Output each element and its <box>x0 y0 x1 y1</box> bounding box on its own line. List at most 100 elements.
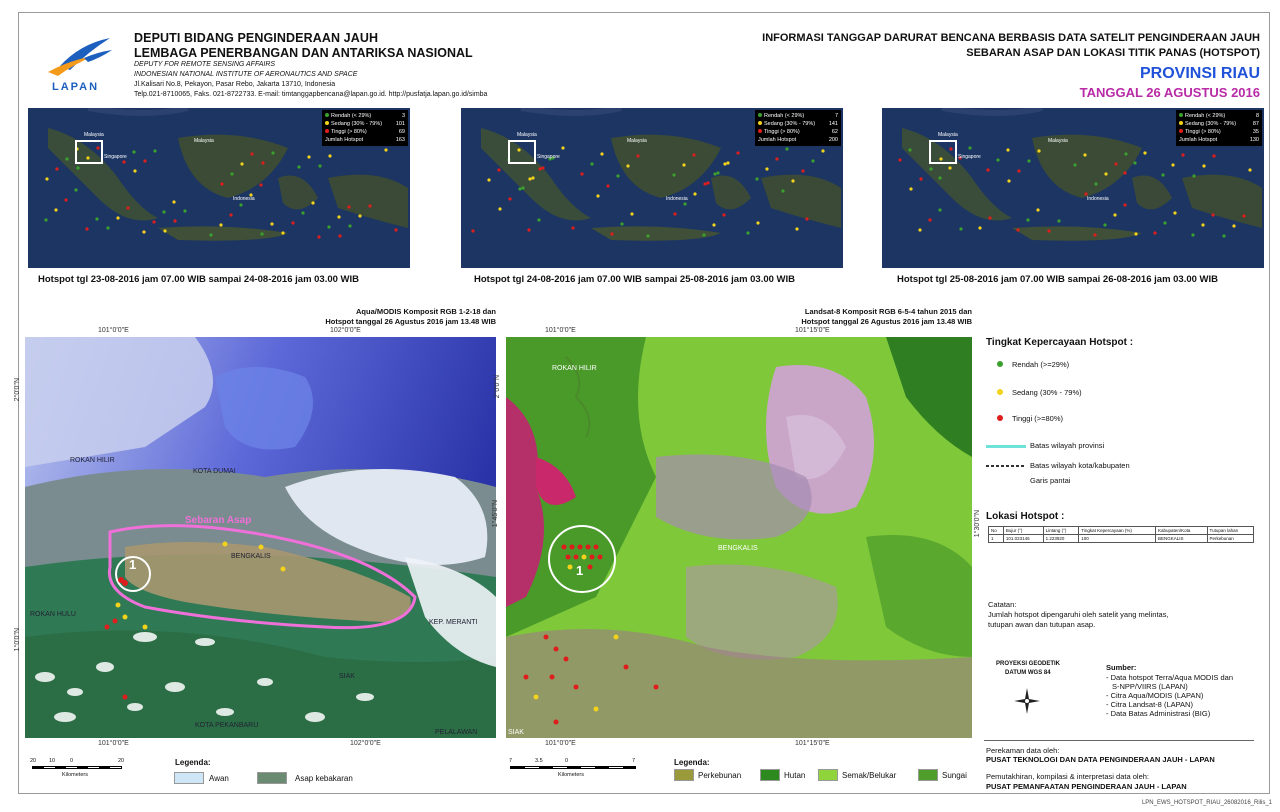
org-contact: Telp.021-8710065, Faks. 021-8722733. E-m… <box>134 91 488 98</box>
hotspot-dot <box>616 174 620 178</box>
label-rokan-hulu: ROKAN HULU <box>30 611 76 618</box>
hotspot-dot <box>1153 231 1157 235</box>
hotspot-dot <box>281 231 285 235</box>
district-boundary-swatch <box>986 465 1026 467</box>
source-item: - Citra Landsat-8 (LAPAN) <box>1106 700 1193 709</box>
hotspot-dot <box>219 223 223 227</box>
scale-bar <box>510 766 636 769</box>
table-header: Bujur (°) <box>1002 526 1044 535</box>
legend-row: Rendah (< 29%) 3 <box>325 112 405 120</box>
legend-label: Tinggi <box>1185 129 1200 135</box>
scale-tick: 0 <box>565 758 569 764</box>
hotspot-dot <box>736 151 740 155</box>
overview-map-caption-3: Hotspot tgl 25-08-2016 jam 07.00 WIB sam… <box>897 274 1219 285</box>
map-label-indonesia: Indonesia <box>233 196 255 202</box>
legend-count: 3 <box>401 113 405 119</box>
hotspot-dot <box>240 162 244 166</box>
legend-total-label: Jumlah Hotspot <box>1179 137 1218 143</box>
hotspot-dot <box>65 157 69 161</box>
recorded-by-title: Perekaman data oleh: <box>986 746 1060 755</box>
hotspot-dot <box>1093 233 1097 237</box>
legend-count: 7 <box>834 113 838 119</box>
hotspot-count-legend: Rendah (< 29%) 3 Sedang (30% - 79%) 101 Ting… <box>322 110 408 146</box>
org-line-3: DEPUTY FOR REMOTE SENSING AFFAIRS <box>134 61 276 68</box>
hotspot-dot <box>132 150 136 154</box>
map-label-singapore: Singapore <box>958 154 981 160</box>
hotspot-table: No Bujur (°) Lintang (°) Tingkat Keperca… <box>988 526 1255 543</box>
source-title: Sumber: <box>1106 663 1137 672</box>
table-header: Kabupaten/Kota <box>1155 526 1208 535</box>
hotspot-dot <box>54 208 58 212</box>
legend-count: 69 <box>398 129 405 135</box>
right-map-caption-1: Landsat-8 Komposit RGB 6-5-4 tahun 2015 … <box>804 307 972 316</box>
hotspot-dot <box>230 172 234 176</box>
right-map-coord-top-1: 101°0'0"E <box>545 327 576 334</box>
hotspot-dot <box>1026 218 1030 222</box>
hotspot-dot <box>152 220 156 224</box>
org-line-2: LEMBAGA PENERBANGAN DAN ANTARIKSA NASION… <box>134 46 473 60</box>
scale-tick: 0 <box>70 758 74 764</box>
table-cell: Perkebunan <box>1206 534 1255 543</box>
legend-total-row: Jumlah Hotspot 163 <box>325 136 405 144</box>
hotspot-dot <box>1133 161 1137 165</box>
hotspot-dot <box>172 200 176 204</box>
hotspot-count-legend: Rendah (< 29%) 8 Sedang (30% - 79%) 87 Tingg… <box>1176 110 1262 146</box>
hotspot-dot <box>133 169 137 173</box>
legend-count: 101 <box>395 121 405 127</box>
modis-map: ROKAN HILIR KOTA DUMAI BENGKALIS ROKAN H… <box>25 337 496 738</box>
hotspot-dot <box>706 181 710 185</box>
hotspot-dot <box>703 182 707 186</box>
hotspot-dot <box>517 148 521 152</box>
scale-tick: 3.5 <box>535 758 543 764</box>
legend-label: Sedang <box>764 121 783 127</box>
org-line-1: DEPUTI BIDANG PENGINDERAAN JAUH <box>134 31 379 45</box>
hotspot-dot <box>1103 223 1107 227</box>
hotspot-dot <box>259 183 263 187</box>
legend-label: Sedang <box>331 121 350 127</box>
hotspot-dot <box>291 221 295 225</box>
legend-count: 35 <box>1252 129 1259 135</box>
province-boundary-label: Batas wilayah provinsi <box>1030 441 1105 450</box>
forest-label: Hutan <box>784 771 806 780</box>
hotspot-dot <box>600 152 604 156</box>
legend-row: Sedang (30% - 79%) 141 <box>758 120 838 128</box>
hotspot-dot <box>358 214 362 218</box>
legend-label: Rendah <box>1185 113 1205 119</box>
hotspot-dot <box>785 147 789 151</box>
hotspot-dot <box>918 228 922 232</box>
right-map-coord-bottom-2: 101°15'0"E <box>795 740 830 747</box>
hotspot-dot <box>692 153 696 157</box>
map-label-indonesia: Indonesia <box>666 196 688 202</box>
confidence-low-dot <box>997 361 1003 367</box>
table-header: Lintang (°) <box>1042 526 1080 535</box>
right-map-coord-right-2: 1°30'0"N <box>974 510 981 538</box>
hotspot-dot <box>795 227 799 231</box>
hotspot-dot <box>76 166 80 170</box>
table-cell: 1.223920 <box>1042 534 1080 543</box>
legend-total: 163 <box>395 137 405 143</box>
hotspot-dot <box>908 148 912 152</box>
legend-row: Sedang (30% - 79%) 87 <box>1179 120 1259 128</box>
table-header: Tutupan lahan <box>1206 526 1255 535</box>
hotspot-dot <box>229 213 233 217</box>
legend-row: Tinggi (> 80%) 35 <box>1179 128 1259 136</box>
hotspot-dot <box>1114 162 1118 166</box>
hotspot-dot <box>693 192 697 196</box>
legend-label: Sedang <box>1185 121 1204 127</box>
smoke-label: Asap kebakaran <box>295 774 353 783</box>
hotspot-dot <box>948 166 952 170</box>
hotspot-dot <box>620 222 624 226</box>
hotspot-dot <box>1124 152 1128 156</box>
map-label-indonesia: Indonesia <box>1087 196 1109 202</box>
legend-total-label: Jumlah Hotspot <box>758 137 797 143</box>
map-label-malaysia: Malaysia <box>194 138 214 144</box>
hotspot-dot <box>538 167 542 171</box>
hotspot-dot <box>1037 149 1041 153</box>
overview-map-1: Malaysia Malaysia Singapore Indonesia Rendah… <box>28 108 410 268</box>
hotspot-dot <box>317 235 321 239</box>
hotspot-dot <box>580 172 584 176</box>
table-cell: 101.023146 <box>1002 534 1044 543</box>
landsat-label-siak: SIAK <box>508 729 524 736</box>
right-map-coord-bottom-1: 101°0'0"E <box>545 740 576 747</box>
hotspot-dot <box>811 159 815 163</box>
